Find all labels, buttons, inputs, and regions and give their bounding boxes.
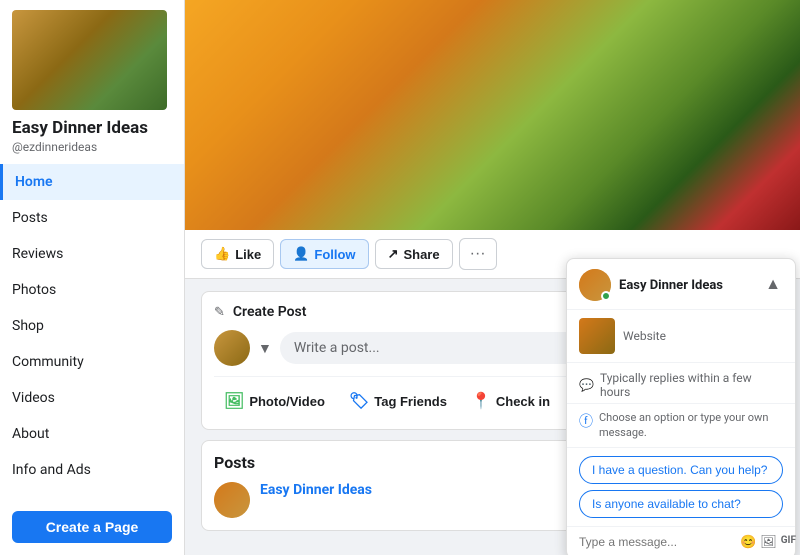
chat-suggestion-2[interactable]: Is anyone available to chat?	[579, 490, 783, 518]
chat-fb-message: Choose an option or type your own messag…	[599, 410, 783, 441]
check-in-label: Check in	[496, 394, 550, 409]
chat-suggestions: I have a question. Can you help? Is anyo…	[567, 448, 795, 526]
follow-button[interactable]: 👤 Follow	[280, 239, 368, 269]
chat-close-button[interactable]: ▲	[763, 274, 783, 296]
sidebar-cover-thumb	[12, 10, 167, 110]
pencil-icon: ✎	[214, 305, 225, 320]
chat-reply-time: 💬 Typically replies within a few hours	[567, 363, 795, 404]
chat-header: Easy Dinner Ideas ▲	[567, 259, 795, 310]
sidebar-item-info-and-ads[interactable]: Info and Ads	[0, 452, 184, 488]
chat-page-name: Easy Dinner Ideas	[619, 278, 755, 293]
gif-icon[interactable]: GIF	[781, 535, 796, 550]
chat-website-label: Website	[623, 329, 666, 343]
online-indicator	[601, 291, 611, 301]
share-arrow-icon: ↗	[388, 246, 399, 262]
more-options-button[interactable]: ···	[459, 238, 497, 270]
chat-page-avatar	[579, 269, 611, 301]
sidebar-item-label: Videos	[12, 390, 55, 406]
reply-time-text: Typically replies within a few hours	[600, 371, 783, 399]
chat-widget: Easy Dinner Ideas ▲ Website 💬 Typically …	[566, 258, 796, 555]
sidebar-item-posts[interactable]: Posts	[0, 200, 184, 236]
reply-time-icon: 💬	[579, 378, 594, 392]
sidebar-page-name: Easy Dinner Ideas	[12, 118, 172, 138]
sidebar-item-reviews[interactable]: Reviews	[0, 236, 184, 272]
check-in-icon: 📍	[471, 391, 491, 411]
photo-video-button[interactable]: 🖼 Photo/Video	[214, 385, 335, 417]
create-post-label: Create Post	[233, 304, 307, 320]
sidebar-nav: Home Posts Reviews Photos Shop Community…	[0, 164, 184, 503]
sidebar-profile: Easy Dinner Ideas @ezdinnerideas	[0, 0, 184, 164]
share-label: Share	[403, 247, 439, 262]
like-label: Like	[235, 247, 261, 262]
sidebar-item-label: Info and Ads	[12, 462, 91, 478]
share-button[interactable]: ↗ Share	[375, 239, 453, 269]
sidebar-item-community[interactable]: Community	[0, 344, 184, 380]
chat-input-row: 😊 🖼 GIF 📎 👍	[567, 526, 795, 555]
like-button[interactable]: 👍 Like	[201, 239, 274, 269]
cover-photo	[185, 0, 800, 230]
chevron-down-icon[interactable]: ▼	[258, 340, 272, 357]
check-in-button[interactable]: 📍 Check in	[461, 385, 560, 417]
sidebar-item-home[interactable]: Home	[0, 164, 184, 200]
photo-video-label: Photo/Video	[249, 394, 325, 409]
chat-website-row: Website	[567, 310, 795, 363]
tag-friends-icon: 🏷	[349, 391, 369, 411]
sidebar: Easy Dinner Ideas @ezdinnerideas Home Po…	[0, 0, 185, 555]
user-avatar	[214, 330, 250, 366]
tag-friends-label: Tag Friends	[374, 394, 447, 409]
follow-person-icon: 👤	[293, 246, 309, 262]
chat-message-input[interactable]	[579, 535, 734, 549]
tag-friends-button[interactable]: 🏷 Tag Friends	[339, 385, 457, 417]
sidebar-item-shop[interactable]: Shop	[0, 308, 184, 344]
sidebar-item-label: About	[12, 426, 49, 442]
emoji-icon[interactable]: 😊	[740, 535, 756, 550]
chat-fb-row: ⓕ Choose an option or type your own mess…	[567, 404, 795, 448]
post-avatar	[214, 482, 250, 518]
post-user-name[interactable]: Easy Dinner Ideas	[260, 482, 372, 498]
chat-page-thumb	[579, 318, 615, 354]
sidebar-item-label: Photos	[12, 282, 56, 298]
sidebar-item-label: Posts	[12, 210, 48, 226]
sidebar-item-label: Home	[15, 174, 53, 190]
create-page-button[interactable]: Create a Page	[12, 511, 172, 543]
sidebar-item-photos[interactable]: Photos	[0, 272, 184, 308]
chat-action-icons: 😊 🖼 GIF 📎 👍	[740, 535, 800, 550]
sidebar-item-about[interactable]: About	[0, 416, 184, 452]
photo-video-icon: 🖼	[224, 391, 244, 411]
sidebar-item-label: Community	[12, 354, 84, 370]
chat-suggestion-1[interactable]: I have a question. Can you help?	[579, 456, 783, 484]
sidebar-handle: @ezdinnerideas	[12, 140, 172, 154]
like-thumb-icon: 👍	[214, 246, 230, 262]
sidebar-item-videos[interactable]: Videos	[0, 380, 184, 416]
sidebar-item-label: Shop	[12, 318, 44, 334]
sidebar-item-label: Reviews	[12, 246, 63, 262]
facebook-icon: ⓕ	[579, 411, 593, 431]
follow-label: Follow	[314, 247, 355, 262]
image-icon[interactable]: 🖼	[760, 535, 777, 550]
